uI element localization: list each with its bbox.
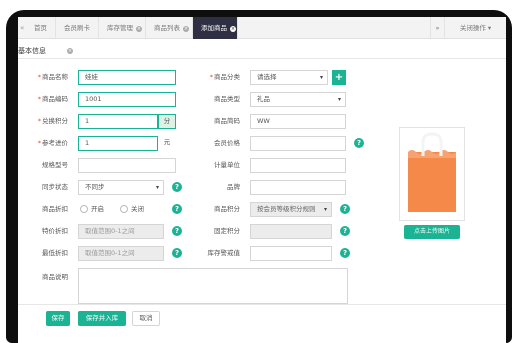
member-price-label: 会员价格 (214, 139, 240, 147)
ref-price-unit: 元 (163, 138, 171, 146)
divider (18, 304, 506, 305)
stock-alert-input[interactable] (250, 246, 332, 261)
discount-on-radio[interactable] (80, 205, 88, 213)
tab-member-swipe[interactable]: 会员刷卡× (56, 17, 99, 54)
tab-label: 商品列表 (154, 24, 180, 32)
fixed-points-label: 固定积分 (214, 227, 240, 235)
description-label: 商品说明 (42, 273, 68, 281)
app-screen: « 首页 会员刷卡× 库存管理 × 商品列表 × 添加商品 × » 关闭操作 ▾ 基本… (18, 17, 506, 343)
discount-label: 商品折扣 (42, 205, 68, 213)
points-rule-label: 商品积分 (214, 205, 240, 213)
tab-label: 会员刷卡 (64, 24, 90, 32)
special-discount-input[interactable]: 取值范围0-1之间 (78, 224, 164, 239)
tab-home[interactable]: 首页 (26, 17, 56, 39)
spec-label: 规格型号 (42, 161, 68, 169)
unit-input[interactable] (250, 158, 346, 173)
image-preview (399, 127, 465, 221)
type-select[interactable]: 礼品 (250, 92, 346, 107)
help-icon[interactable]: ? (354, 138, 364, 148)
sync-status-label: 同步状态 (42, 183, 68, 191)
stock-alert-label: 库存警戒值 (207, 249, 241, 257)
help-icon[interactable]: ? (172, 226, 182, 236)
tab-label: 库存管理 (107, 24, 133, 32)
help-icon[interactable]: ? (340, 226, 350, 236)
save-and-stock-button[interactable]: 保存并入库 (78, 311, 126, 326)
close-ops-label: 关闭操作 (459, 24, 486, 32)
tab-inventory[interactable]: 库存管理 × (99, 17, 146, 39)
close-icon[interactable]: × (136, 26, 142, 32)
close-ops-menu[interactable]: 关闭操作 ▾ (444, 17, 506, 39)
double-chevron-right-icon[interactable]: » (430, 17, 444, 39)
ref-price-input[interactable]: 1 (78, 136, 158, 151)
brief-code-input[interactable]: WW (250, 114, 346, 129)
spec-input[interactable] (78, 158, 176, 173)
discount-off-label: 关闭 (131, 205, 144, 213)
points-unit: 分 (158, 114, 176, 129)
min-discount-label: 最低折扣 (42, 249, 68, 257)
points-rule-select[interactable]: 按会员等级积分规则 (250, 202, 332, 217)
points-label: *兑换积分 (37, 117, 68, 125)
help-icon[interactable]: ? (340, 248, 350, 258)
code-label: *商品编码 (37, 95, 68, 103)
ref-price-label: *参考进价 (37, 139, 68, 147)
save-button[interactable]: 保存 (46, 311, 70, 326)
min-discount-input[interactable]: 取值范围0-1之间 (78, 246, 164, 261)
shopping-bag-icon (408, 132, 456, 212)
type-label: 商品类型 (214, 95, 240, 103)
brief-code-label: 商品简码 (214, 117, 240, 125)
code-input[interactable]: 1001 (78, 92, 176, 107)
discount-on-label: 开启 (91, 205, 104, 213)
discount-off-radio[interactable] (120, 205, 128, 213)
tab-label: 首页 (34, 24, 47, 32)
points-input[interactable]: 1 (78, 114, 158, 129)
sync-status-select[interactable]: 不同步 (78, 180, 164, 195)
description-textarea[interactable] (78, 268, 348, 304)
help-icon[interactable]: ? (172, 204, 182, 214)
help-icon[interactable]: ? (340, 204, 350, 214)
close-icon[interactable]: × (230, 26, 236, 32)
category-label: *商品分类 (209, 73, 240, 81)
tab-label: 添加商品 (201, 24, 227, 32)
section-title: 基本信息 (18, 45, 506, 59)
cancel-button[interactable]: 取消 (132, 311, 160, 326)
fixed-points-input[interactable] (250, 224, 332, 239)
add-category-button[interactable]: + (332, 70, 346, 85)
unit-label: 计量单位 (214, 161, 240, 169)
brand-label: 品牌 (227, 183, 240, 191)
name-input[interactable]: 娃娃 (78, 70, 176, 85)
name-label: *商品名称 (37, 73, 68, 81)
brand-input[interactable] (250, 180, 346, 195)
close-icon[interactable]: × (183, 26, 189, 32)
help-icon[interactable]: ? (172, 248, 182, 258)
tab-product-list[interactable]: 商品列表 × (146, 17, 193, 39)
tab-bar: « 首页 会员刷卡× 库存管理 × 商品列表 × 添加商品 × » 关闭操作 ▾ (18, 17, 506, 54)
help-icon[interactable]: ? (172, 182, 182, 192)
category-select[interactable]: 请选择 (250, 70, 328, 85)
member-price-input[interactable] (250, 136, 346, 151)
special-discount-label: 特价折扣 (42, 227, 68, 235)
tab-add-product[interactable]: 添加商品 × (193, 17, 238, 39)
upload-image-button[interactable]: 点击上传图片 (404, 225, 460, 239)
